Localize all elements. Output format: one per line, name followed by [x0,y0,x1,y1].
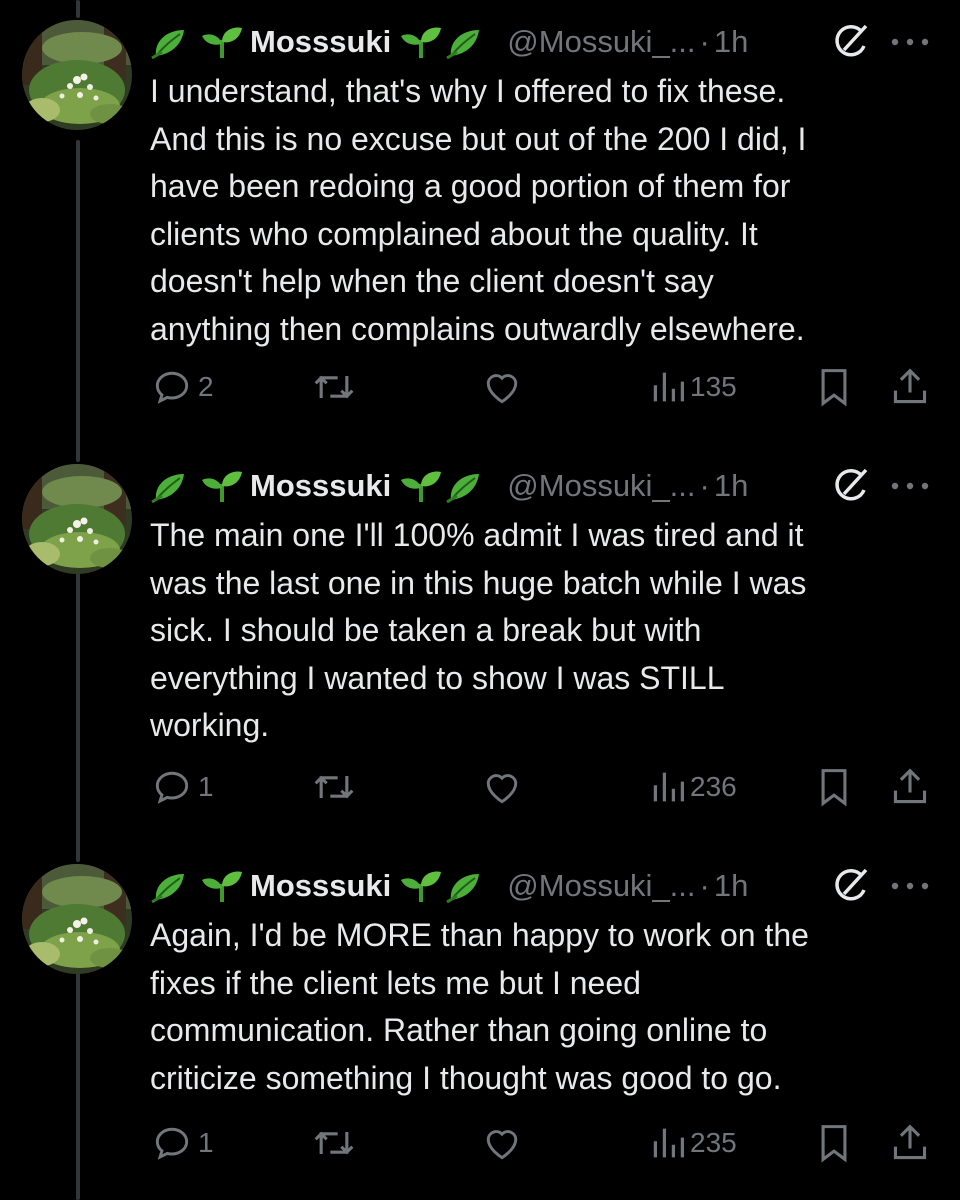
views-button[interactable]: 135 [650,362,737,412]
avatar[interactable] [22,464,132,574]
reply-icon [155,371,189,404]
reply-count: 1 [198,771,214,802]
grok-icon[interactable] [830,466,870,506]
tweet-text: Again, I'd be MORE than happy to work on… [150,917,809,1096]
more-icon[interactable] [885,24,935,60]
seedling-emoji-icon [198,468,246,504]
reply-icon [155,1127,189,1160]
handle[interactable]: @Mossuki_... [507,868,695,904]
tweet-text: The main one I'll 100% admit I was tired… [150,517,807,743]
timestamp[interactable]: 1h [714,24,748,60]
timestamp[interactable]: 1h [714,468,748,504]
views-icon [653,772,685,802]
handle[interactable]: @Mossuki_... [507,24,695,60]
share-icon [893,1124,927,1160]
retweet-icon [314,1131,354,1155]
leaf-emoji-icon [445,468,493,504]
tweet[interactable]: Mosssuki @Mossuki_... · 1h Again, I'd be… [0,844,960,1200]
more-icon[interactable] [885,468,935,504]
retweet-button[interactable] [310,362,358,412]
display-name[interactable]: Mosssuki [250,24,391,60]
grok-icon[interactable] [830,22,870,62]
like-icon [486,374,518,404]
retweet-button[interactable] [310,762,358,812]
more-icon[interactable] [885,868,935,904]
avatar[interactable] [22,20,132,130]
seedling-emoji-icon [397,868,445,904]
avatar[interactable] [22,864,132,974]
share-icon [893,368,927,404]
reply-icon [155,771,189,804]
bookmark-button[interactable] [814,762,854,812]
retweet-button[interactable] [310,1118,358,1168]
grok-icon[interactable] [830,866,870,906]
share-icon [893,768,927,804]
timestamp[interactable]: 1h [714,868,748,904]
views-count: 135 [690,371,737,402]
handle[interactable]: @Mossuki_... [507,468,695,504]
tweet-actions: 1 235 [150,1118,940,1168]
separator: · [699,24,710,59]
views-count: 235 [690,1127,737,1158]
views-icon [653,1128,685,1158]
like-icon [486,774,518,804]
leaf-emoji-icon [445,868,493,904]
tweet-text: I understand, that's why I offered to fi… [150,73,807,347]
views-icon [653,372,685,402]
like-button[interactable] [480,1118,524,1168]
like-icon [486,1130,518,1160]
tweet-actions: 2 135 [150,362,940,412]
seedling-emoji-icon [198,24,246,60]
bookmark-icon [821,1125,847,1163]
tweet-header: Mosssuki @Mossuki_... · 1h [150,866,748,906]
seedling-emoji-icon [397,468,445,504]
tweet-header: Mosssuki @Mossuki_... · 1h [150,466,748,506]
reply-count: 1 [198,1127,214,1158]
reply-button[interactable]: 2 [150,362,214,412]
views-button[interactable]: 236 [650,762,737,812]
tweet[interactable]: Mosssuki @Mossuki_... · 1h I understand,… [0,0,960,430]
like-button[interactable] [480,362,524,412]
reply-button[interactable]: 1 [150,1118,214,1168]
bookmark-icon [821,369,847,407]
retweet-icon [314,775,354,799]
seedling-emoji-icon [397,24,445,60]
share-button[interactable] [890,362,930,412]
leaf-emoji-icon [445,24,493,60]
retweet-icon [314,375,354,399]
separator: · [699,468,710,503]
seedling-emoji-icon [198,868,246,904]
bookmark-icon [821,769,847,807]
leaf-emoji-icon [150,868,198,904]
display-name[interactable]: Mosssuki [250,468,391,504]
share-button[interactable] [890,762,930,812]
views-count: 236 [690,771,737,802]
tweet-header: Mosssuki @Mossuki_... · 1h [150,22,748,62]
reply-button[interactable]: 1 [150,762,214,812]
tweet[interactable]: Mosssuki @Mossuki_... · 1h The main one … [0,444,960,844]
bookmark-button[interactable] [814,1118,854,1168]
reply-count: 2 [198,371,214,402]
separator: · [699,868,710,903]
tweet-actions: 1 236 [150,762,940,812]
views-button[interactable]: 235 [650,1118,737,1168]
leaf-emoji-icon [150,24,198,60]
display-name[interactable]: Mosssuki [250,868,391,904]
leaf-emoji-icon [150,468,198,504]
share-button[interactable] [890,1118,930,1168]
bookmark-button[interactable] [814,362,854,412]
like-button[interactable] [480,762,524,812]
